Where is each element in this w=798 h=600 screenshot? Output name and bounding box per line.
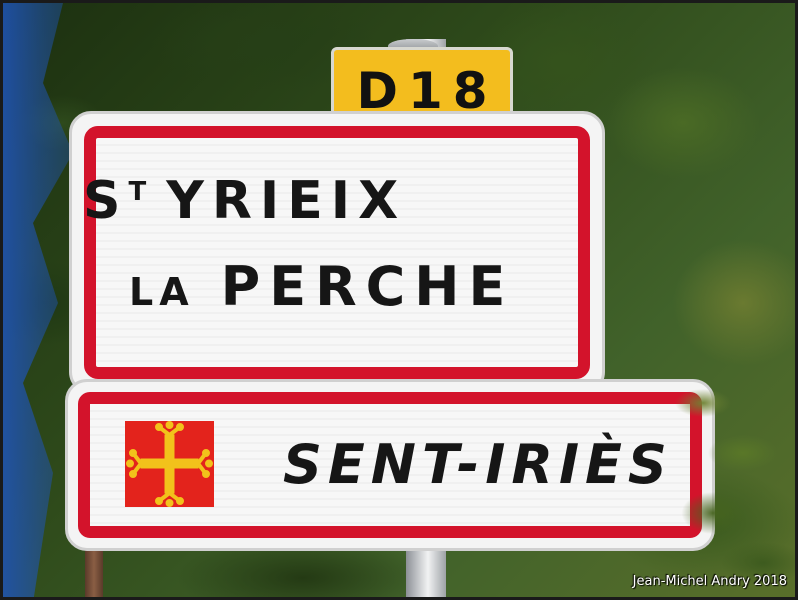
photo-frame: D18 ST YRIEIX LA PERCHE SENT-IRIÈS Jean-Mi: [0, 0, 798, 600]
wooden-post: [85, 543, 103, 597]
town-sign-red-border: [84, 126, 590, 379]
photo-credit: Jean-Michel Andry 2018: [632, 574, 787, 589]
town-name-line2: LA PERCHE: [129, 255, 514, 325]
town-name-line1: ST YRIEIX: [83, 171, 523, 241]
occitan-town-name: SENT-IRIÈS: [283, 433, 673, 496]
town-name-saint-superscript: T: [128, 177, 149, 207]
town-name-yrieix: YRIEIX: [166, 171, 407, 231]
town-name-perche: PERCHE: [220, 255, 515, 318]
town-name-la: LA: [129, 270, 195, 314]
foreground-branch: [643, 363, 795, 597]
occitan-cross-svg: [126, 421, 213, 507]
occitan-cross-icon: [125, 421, 214, 507]
town-name-saint: S: [83, 171, 129, 231]
town-entry-sign: [69, 111, 605, 394]
